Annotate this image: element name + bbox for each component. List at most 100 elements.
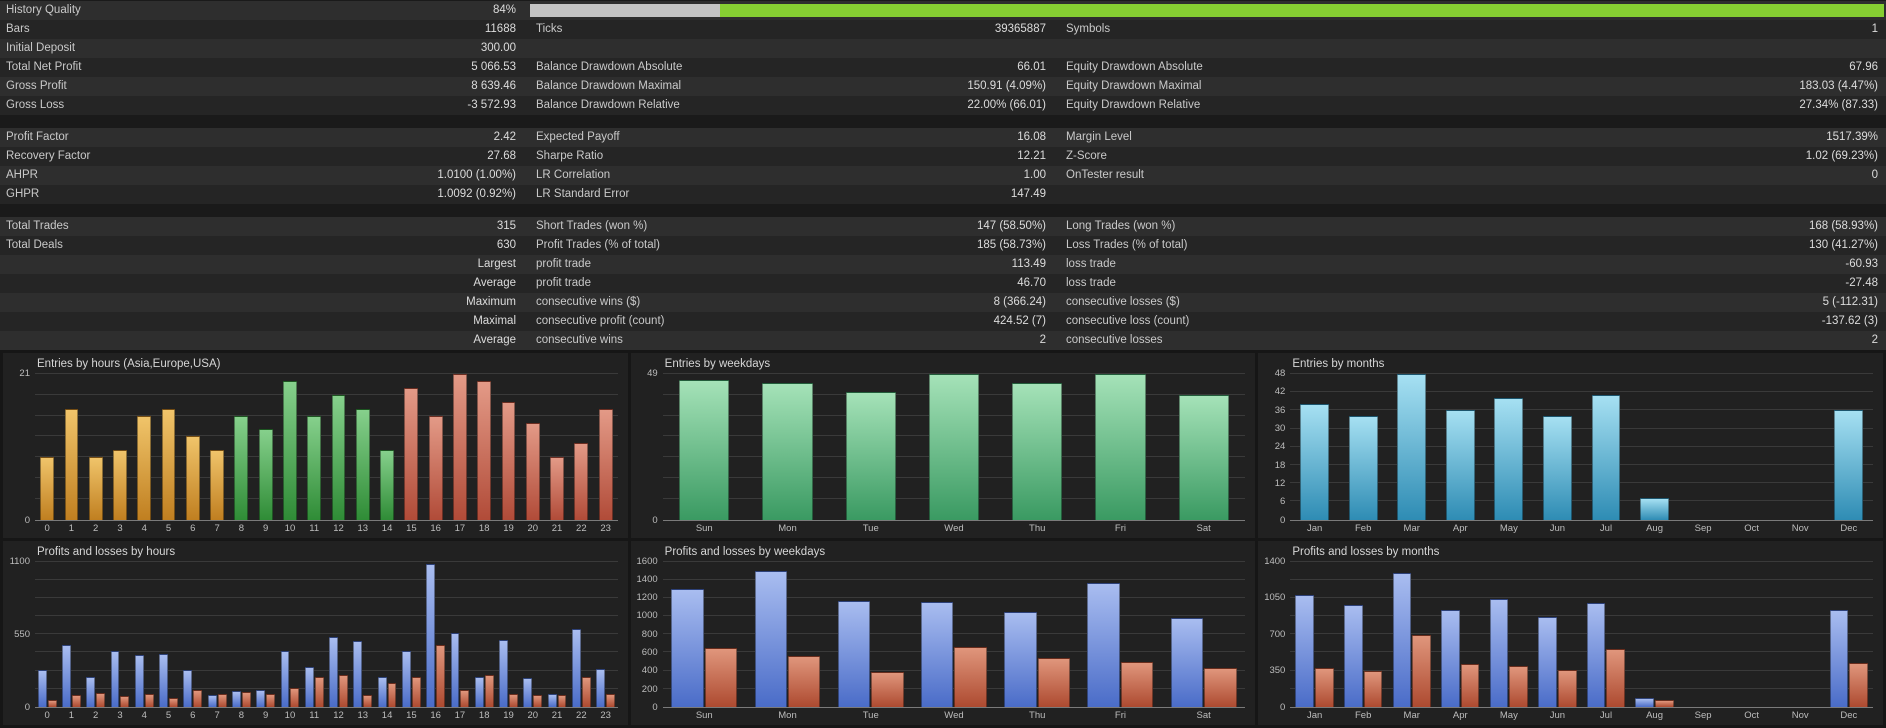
stat-value: 315: [496, 220, 516, 232]
chart-entries-by-hours: Entries by hours (Asia,Europe,USA) 0 21 0 1 2…: [3, 353, 628, 538]
stats-row: Recovery Factor 27.68 Sharpe Ratio 12.21 Z-S…: [0, 147, 1886, 166]
stat-label: Gross Profit: [6, 80, 67, 92]
history-quality-progress: [528, 1, 1886, 20]
plot-area: [662, 560, 1246, 708]
bar: [411, 676, 421, 707]
y-tick-label: 350: [1269, 665, 1286, 677]
bar: [71, 695, 81, 707]
bar: [193, 689, 203, 707]
y-axis: 0 550 1100: [7, 556, 35, 713]
x-axis: Sun Mon Tue Wed Thu Fri Sat: [635, 708, 1246, 723]
y-tick-label: 1100: [9, 555, 30, 567]
x-tick-label: Oct: [1744, 522, 1760, 534]
stat-label: AHPR: [6, 169, 38, 181]
chart-title: Entries by weekdays: [664, 358, 771, 370]
x-tick-label: Mon: [778, 710, 797, 721]
bar: [477, 380, 492, 520]
y-tick-label: 800: [641, 628, 658, 640]
bar: [1591, 395, 1621, 520]
stat-value: 8 639.46: [471, 80, 516, 92]
category-0: [35, 374, 59, 520]
category-Mar: [1387, 374, 1436, 520]
x-tick-label: 5: [165, 710, 172, 721]
chart-body: 0 550 1100: [7, 556, 618, 713]
statistics-table: History Quality 84% Bars 11688 Ticks 39365887…: [0, 0, 1886, 350]
stat-value: 168 (58.93%): [1808, 220, 1878, 232]
bar: [704, 647, 738, 707]
stats-cell: Balance Drawdown Absolute 66.01: [528, 58, 1058, 77]
stats-cell: Largest: [0, 255, 528, 274]
y-tick-label: 1400: [636, 573, 658, 585]
x-tick-label: Wed: [944, 710, 964, 721]
x-tick-label: 2: [93, 710, 99, 721]
bar: [837, 600, 871, 707]
x-tick-label: Jan: [1306, 522, 1323, 534]
stats-cell: OnTester result 0: [1058, 166, 1886, 185]
bar: [256, 689, 266, 707]
bar: [1557, 669, 1577, 707]
bar: [88, 457, 103, 520]
stat-label: Balance Drawdown Relative: [536, 99, 680, 111]
bar: [550, 457, 564, 520]
stats-cell: Bars 11688: [0, 20, 528, 39]
stats-cell: LR Correlation 1.00: [528, 166, 1058, 185]
category-7: [205, 374, 229, 520]
bar: [762, 382, 813, 520]
category-10: [278, 374, 302, 520]
bar: [501, 401, 516, 520]
bar: [1087, 583, 1120, 707]
bar: [450, 632, 460, 707]
stat-value: -27.48: [1845, 277, 1878, 289]
y-tick-label: 24: [1274, 441, 1286, 453]
y-tick-label: 1600: [636, 555, 658, 567]
category-23: [593, 374, 617, 520]
category-9: [254, 374, 278, 520]
category-21: [545, 562, 569, 707]
category-17: [448, 562, 472, 707]
y-tick-label: 0: [1280, 514, 1286, 526]
x-tick-label: 20: [527, 522, 539, 534]
category-Wed: [912, 374, 995, 520]
category-19: [496, 374, 520, 520]
category-3: [108, 374, 132, 520]
stats-cell: consecutive profit (count) 424.52 (7): [528, 312, 1058, 331]
stat-value: 630: [496, 239, 516, 251]
stats-cell: Profit Trades (% of total) 185 (58.73%): [528, 236, 1058, 255]
bar: [134, 655, 144, 707]
stat-value: 46.70: [1017, 277, 1046, 289]
plot-area: [35, 373, 618, 521]
stats-row: Profit Factor 2.42 Expected Payoff 16.08 Mar…: [0, 128, 1886, 147]
x-tick-label: 23: [600, 522, 611, 534]
stat-value: Largest: [477, 258, 516, 270]
chart-title: Profits and losses by hours: [37, 545, 176, 558]
stats-cell: consecutive wins 2: [528, 331, 1058, 350]
bar: [377, 676, 387, 707]
stat-label: History Quality: [6, 4, 81, 16]
bar: [62, 644, 71, 707]
stats-cell: Equity Drawdown Maximal 183.03 (4.47%): [1058, 77, 1886, 96]
bar: [353, 640, 363, 707]
category-1: [59, 374, 83, 520]
bar: [1635, 697, 1655, 707]
x-tick-label: Aug: [1646, 710, 1663, 721]
y-tick-label: 1000: [636, 610, 658, 622]
bar: [234, 415, 249, 520]
category-16: [424, 562, 448, 707]
bars: [1290, 374, 1873, 520]
category-Aug: [1630, 374, 1679, 520]
stats-cell: Gross Loss -3 572.93: [0, 96, 528, 115]
bar: [1363, 670, 1383, 707]
stats-cell: AHPR 1.0100 (1.00%): [0, 166, 528, 185]
stat-value: -137.62 (3): [1821, 315, 1878, 327]
bar: [1494, 398, 1524, 520]
stats-cell: loss trade -27.48: [1058, 274, 1886, 293]
bar: [339, 675, 348, 707]
category-Jun: [1533, 562, 1582, 707]
stat-label: Total Net Profit: [6, 61, 82, 73]
stats-cell: Balance Drawdown Relative 22.00% (66.01): [528, 96, 1058, 115]
bar: [499, 639, 508, 707]
y-tick-label: 600: [641, 647, 658, 659]
x-tick-label: 20: [527, 710, 539, 721]
chart-body: 0 21: [7, 369, 618, 525]
x-tick-labels: Jan Feb Mar Apr May Jun Jul Aug Sep Oct Nov Dec: [1290, 523, 1873, 534]
